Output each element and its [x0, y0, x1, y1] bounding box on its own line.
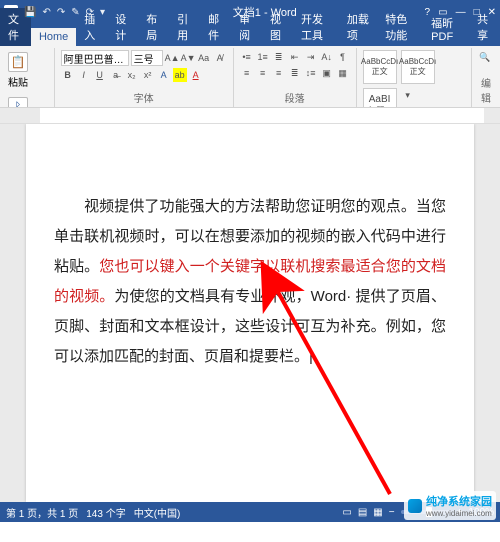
- view-web-icon[interactable]: ▦: [373, 507, 382, 518]
- brush-icon[interactable]: ✎: [71, 7, 79, 18]
- horizontal-ruler[interactable]: [0, 108, 500, 124]
- tab-design[interactable]: 设计: [107, 8, 138, 46]
- tab-references[interactable]: 引用: [169, 8, 200, 46]
- tab-foxit-pdf[interactable]: 福昕PDF: [423, 12, 469, 46]
- tab-layout[interactable]: 布局: [138, 8, 169, 46]
- ribbon: 📋 粘贴 ᛒ 蓝牙 剪贴板 A▲ A▼ Aa A̸ B: [0, 46, 500, 108]
- ribbon-group-editing: 🔍 编辑: [472, 48, 500, 107]
- tab-home[interactable]: Home: [31, 28, 76, 46]
- tab-features[interactable]: 特色功能: [377, 8, 423, 46]
- watermark-url: www.yidaimei.com: [426, 509, 492, 518]
- increase-font-icon[interactable]: A▲: [165, 51, 179, 65]
- multilevel-icon[interactable]: ≣: [272, 50, 286, 64]
- bold-icon[interactable]: B: [61, 68, 75, 82]
- tab-view[interactable]: 视图: [262, 8, 293, 46]
- status-word-count[interactable]: 143 个字: [86, 505, 125, 520]
- ruler-right-margin: [484, 108, 500, 123]
- document-paragraph[interactable]: 视频提供了功能强大的方法帮助您证明您的观点。当您单击联机视频时，可以在想要添加的…: [54, 192, 446, 372]
- status-language[interactable]: 中文(中国): [134, 505, 181, 520]
- ribbon-group-font: A▲ A▼ Aa A̸ B I U a̶ x₂ x² A ab A 字体: [55, 48, 234, 107]
- underline-icon[interactable]: U: [93, 68, 107, 82]
- subscript-icon[interactable]: x₂: [125, 68, 139, 82]
- redo-icon[interactable]: ↷: [57, 7, 65, 18]
- document-page[interactable]: 视频提供了功能强大的方法帮助您证明您的观点。当您单击联机视频时，可以在想要添加的…: [26, 124, 474, 502]
- view-read-icon[interactable]: ▭: [342, 507, 351, 518]
- document-area: 视频提供了功能强大的方法帮助您证明您的观点。当您单击联机视频时，可以在想要添加的…: [0, 124, 500, 502]
- borders-icon[interactable]: ▦: [336, 66, 350, 80]
- font-color-icon[interactable]: A: [189, 68, 203, 82]
- paste-icon: 📋: [8, 52, 28, 72]
- align-left-icon[interactable]: ≡: [240, 66, 254, 80]
- font-size-input[interactable]: [131, 50, 163, 66]
- status-page[interactable]: 第 1 页，共 1 页: [6, 505, 78, 520]
- text-effects-icon[interactable]: A: [157, 68, 171, 82]
- align-center-icon[interactable]: ≡: [256, 66, 270, 80]
- line-spacing-icon[interactable]: ↕≡: [304, 66, 318, 80]
- view-print-icon[interactable]: ▤: [358, 507, 367, 518]
- numbering-icon[interactable]: 1≡: [256, 50, 270, 64]
- bluetooth-icon: ᛒ: [8, 97, 28, 108]
- bluetooth-button[interactable]: ᛒ 蓝牙: [6, 95, 30, 108]
- paste-button[interactable]: 📋 粘贴: [6, 50, 30, 91]
- refresh-icon[interactable]: ⟳: [86, 7, 94, 18]
- save-icon[interactable]: 💾: [24, 7, 36, 18]
- italic-icon[interactable]: I: [77, 68, 91, 82]
- shading-icon[interactable]: ▣: [320, 66, 334, 80]
- tab-review[interactable]: 审阅: [231, 8, 262, 46]
- tab-mailings[interactable]: 邮件: [200, 8, 231, 46]
- superscript-icon[interactable]: x²: [141, 68, 155, 82]
- watermark-logo-icon: [408, 499, 422, 513]
- indent-increase-icon[interactable]: ⇥: [304, 50, 318, 64]
- bullets-icon[interactable]: •≡: [240, 50, 254, 64]
- decrease-font-icon[interactable]: A▼: [181, 51, 195, 65]
- indent-decrease-icon[interactable]: ⇤: [288, 50, 302, 64]
- share-button[interactable]: 共享: [469, 8, 500, 46]
- qat-more-icon[interactable]: ▾: [100, 7, 105, 18]
- clear-format-icon[interactable]: A̸: [213, 51, 227, 65]
- tab-addins[interactable]: 加载项: [339, 8, 377, 46]
- highlight-icon[interactable]: ab: [173, 68, 187, 82]
- zoom-out-icon[interactable]: −: [389, 507, 395, 518]
- align-right-icon[interactable]: ≡: [272, 66, 286, 80]
- ruler-left-margin: [0, 108, 40, 123]
- change-case-icon[interactable]: Aa: [197, 51, 211, 65]
- style-normal-1[interactable]: AaBbCcDı 正文: [363, 50, 397, 84]
- find-icon[interactable]: 🔍: [478, 50, 492, 64]
- ribbon-tabs: 文件 Home 插入 设计 布局 引用 邮件 审阅 视图 开发工具 加载项 特色…: [0, 24, 500, 46]
- justify-icon[interactable]: ≣: [288, 66, 302, 80]
- ribbon-group-clipboard: 📋 粘贴 ᛒ 蓝牙 剪贴板: [0, 48, 55, 107]
- quick-access-toolbar: 💾 ↶ ↷ ✎ ⟳ ▾: [24, 7, 105, 18]
- style-heading1[interactable]: AaBI 标题 1: [363, 88, 397, 108]
- ribbon-group-styles: AaBbCcDı 正文 AaBbCcDı 正文 AaBI 标题 1 ▾ 样式: [357, 48, 472, 107]
- undo-icon[interactable]: ↶: [42, 7, 50, 18]
- tab-developer[interactable]: 开发工具: [293, 8, 339, 46]
- group-label-editing: 编辑: [478, 75, 494, 107]
- styles-more-icon[interactable]: ▾: [401, 88, 415, 102]
- ribbon-group-paragraph: •≡ 1≡ ≣ ⇤ ⇥ A↓ ¶ ≡ ≡ ≡ ≣ ↕≡ ▣ ▦: [234, 48, 357, 107]
- style-normal-2[interactable]: AaBbCcDı 正文: [401, 50, 435, 84]
- watermark-brand: 纯净系统家园: [426, 493, 492, 509]
- group-label-font: 字体: [61, 90, 227, 107]
- watermark: 纯净系统家园 www.yidaimei.com: [404, 491, 496, 520]
- group-label-paragraph: 段落: [240, 90, 350, 107]
- show-marks-icon[interactable]: ¶: [336, 50, 350, 64]
- sort-icon[interactable]: A↓: [320, 50, 334, 64]
- strike-icon[interactable]: a̶: [109, 68, 123, 82]
- font-name-input[interactable]: [61, 50, 129, 66]
